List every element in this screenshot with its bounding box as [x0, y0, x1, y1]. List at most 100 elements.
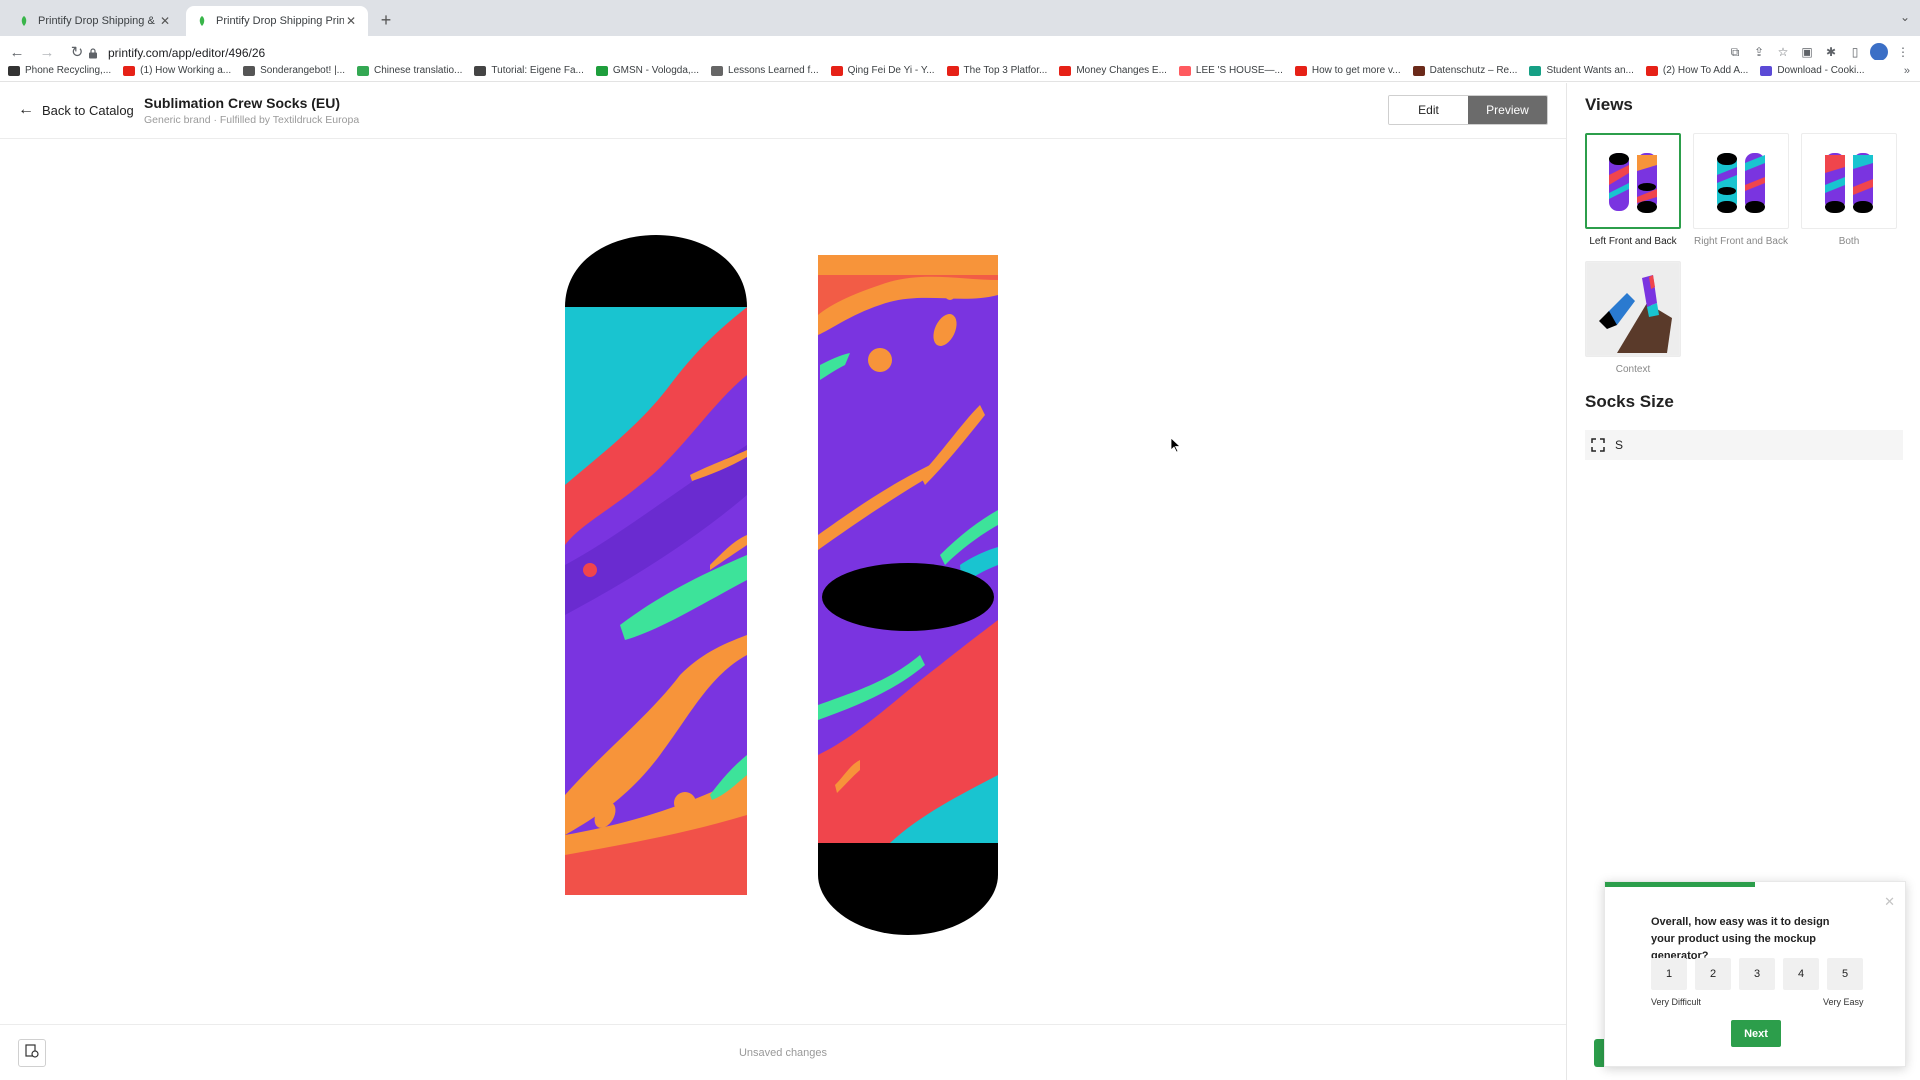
printify-favicon-icon [196, 15, 208, 27]
browser-tab[interactable]: Printify Drop Shipping & Printi ✕ [8, 6, 182, 36]
editor-footer: Unsaved changes [0, 1024, 1566, 1080]
preview-canvas [0, 140, 1566, 1024]
bookmark-label: Datenschutz – Re... [1429, 65, 1518, 76]
bookmark-label: (2) How To Add A... [1662, 65, 1749, 76]
printify-favicon-icon [18, 15, 30, 27]
bookmark-item[interactable]: Lessons Learned f... [711, 65, 819, 76]
browser-tab-strip: Printify Drop Shipping & Printi ✕ Printi… [0, 0, 1920, 36]
bookmark-favicon-icon [1412, 65, 1425, 76]
bookmark-label: GMSN - Vologda,... [612, 65, 700, 76]
bookmark-label: Lessons Learned f... [728, 65, 819, 76]
product-title: Sublimation Crew Socks (EU) [144, 95, 341, 111]
bookmark-favicon-icon [711, 65, 724, 76]
bookmark-favicon-icon [1294, 65, 1307, 76]
bookmark-favicon-icon [1760, 65, 1773, 76]
bookmark-item[interactable]: Money Changes E... [1059, 65, 1167, 76]
bookmark-favicon-icon [1529, 65, 1542, 76]
editor-header: ← Back to Catalog Sublimation Crew Socks… [0, 83, 1566, 139]
bookmark-favicon-icon [946, 65, 959, 76]
bookmark-item[interactable]: The Top 3 Platfor... [946, 65, 1048, 76]
bookmark-label: Download - Cooki... [1777, 65, 1865, 76]
product-subtitle: Generic brand · Fulfilled by Textildruck… [144, 114, 360, 126]
new-tab-button[interactable]: + [374, 9, 398, 33]
feedback-survey-popup: ✕ Overall, how easy was it to design you… [1604, 881, 1906, 1067]
bookmark-label: Phone Recycling,... [25, 65, 112, 76]
bookmark-label: How to get more v... [1311, 65, 1401, 76]
bookmark-item[interactable]: (1) How Working a... [123, 65, 231, 76]
rating-option-1[interactable]: 1 [1651, 958, 1687, 990]
socks-size-value: S [1615, 438, 1624, 452]
rating-option-3[interactable]: 3 [1739, 958, 1775, 990]
bookmark-label: Money Changes E... [1076, 65, 1167, 76]
bookmarks-overflow-icon[interactable]: » [1904, 65, 1910, 77]
view-left-front-and-back[interactable]: Left Front and Back [1585, 133, 1681, 247]
bookmark-label: LEE 'S HOUSE—... [1195, 65, 1283, 76]
bookmark-favicon-icon [1645, 65, 1658, 76]
back-to-catalog-label: Back to Catalog [42, 102, 134, 118]
bookmark-item[interactable]: Sonderangebot! |... [243, 65, 345, 76]
bookmark-favicon-icon [123, 65, 136, 76]
bookmark-favicon-icon [1059, 65, 1072, 76]
tab-close-icon[interactable]: ✕ [344, 14, 358, 28]
survey-progress-bar [1605, 882, 1755, 887]
view-right-front-and-back[interactable]: Right Front and Back [1693, 133, 1789, 247]
bookmark-item[interactable]: Phone Recycling,... [8, 65, 111, 76]
view-label: Right Front and Back [1694, 236, 1788, 247]
view-context[interactable]: Context [1585, 261, 1681, 375]
arrow-left-icon: ← [18, 101, 34, 118]
back-to-catalog-link[interactable]: ← Back to Catalog [18, 101, 134, 119]
bookmarks-bar: Phone Recycling,... (1) How Working a... S… [0, 60, 1920, 82]
profile-avatar[interactable] [1870, 43, 1888, 61]
bookmark-item[interactable]: How to get more v... [1294, 65, 1401, 76]
bookmark-item[interactable]: (2) How To Add A... [1645, 65, 1749, 76]
tab-title: Printify Drop Shipping & Printi [38, 15, 158, 27]
view-both[interactable]: Both [1801, 133, 1897, 247]
bookmark-item[interactable]: Student Wants an... [1529, 65, 1634, 76]
rating-option-4[interactable]: 4 [1783, 958, 1819, 990]
bookmark-favicon-icon [595, 65, 608, 76]
expand-frame-icon [1591, 437, 1607, 453]
bookmark-label: The Top 3 Platfor... [963, 65, 1048, 76]
bookmark-item[interactable]: LEE 'S HOUSE—... [1178, 65, 1283, 76]
bookmark-favicon-icon [357, 65, 370, 76]
browser-tab-active[interactable]: Printify Drop Shipping Print on ✕ [186, 6, 368, 36]
tab-title: Printify Drop Shipping Print on [216, 15, 344, 27]
bookmark-favicon-icon [243, 65, 256, 76]
view-label: Context [1615, 364, 1651, 375]
bookmark-label: Student Wants an... [1546, 65, 1634, 76]
bookmark-favicon-icon [8, 65, 20, 76]
bookmark-item[interactable]: Tutorial: Eigene Fa... [474, 65, 584, 76]
close-icon[interactable]: ✕ [1884, 894, 1895, 910]
rating-min-label: Very Difficult [1651, 997, 1701, 1007]
mouse-cursor-icon [1170, 437, 1182, 453]
view-thumbnail [1693, 133, 1789, 229]
preview-button[interactable]: Preview [1468, 96, 1547, 124]
tab-search-chevron-icon[interactable]: ⌄ [1900, 10, 1910, 24]
bookmark-item[interactable]: Chinese translatio... [357, 65, 462, 76]
bookmark-item[interactable]: GMSN - Vologda,... [595, 65, 700, 76]
view-thumbnail [1585, 133, 1681, 229]
socks-size-select[interactable]: S [1585, 430, 1903, 460]
rating-options: 1 2 3 4 5 [1651, 958, 1863, 990]
rating-option-5[interactable]: 5 [1827, 958, 1863, 990]
bookmark-item[interactable]: Download - Cooki... [1760, 65, 1865, 76]
bookmark-favicon-icon [474, 65, 487, 76]
views-heading: Views [1585, 95, 1633, 114]
view-thumbnail [1585, 261, 1681, 357]
view-thumbnail [1801, 133, 1897, 229]
view-label: Both [1838, 236, 1860, 247]
rating-max-label: Very Easy [1823, 997, 1864, 1007]
bookmark-label: (1) How Working a... [140, 65, 232, 76]
edit-button[interactable]: Edit [1389, 96, 1468, 124]
unsaved-changes-status: Unsaved changes [738, 1047, 828, 1059]
bookmark-item[interactable]: Datenschutz – Re... [1412, 65, 1518, 76]
bookmark-label: Qing Fei De Yi - Y... [847, 65, 935, 76]
rating-option-2[interactable]: 2 [1695, 958, 1731, 990]
socks-size-heading: Socks Size [1585, 392, 1674, 411]
survey-next-button[interactable]: Next [1731, 1020, 1781, 1047]
bookmark-label: Tutorial: Eigene Fa... [491, 65, 584, 76]
bookmark-label: Chinese translatio... [374, 65, 463, 76]
bookmark-item[interactable]: Qing Fei De Yi - Y... [830, 65, 935, 76]
tab-close-icon[interactable]: ✕ [158, 14, 172, 28]
lock-icon [88, 47, 100, 59]
